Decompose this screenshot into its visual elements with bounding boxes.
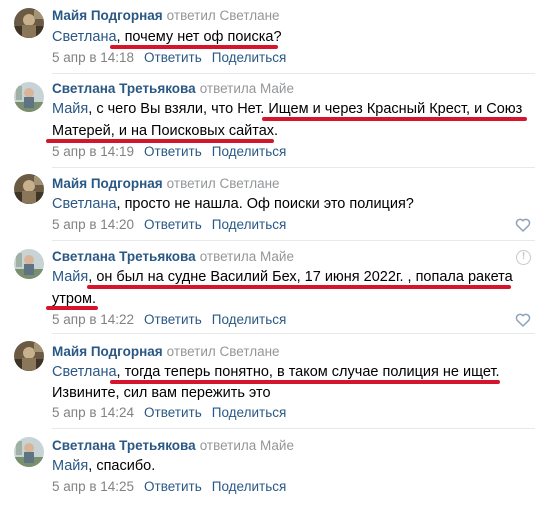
red-underline — [110, 45, 278, 49]
reply-button[interactable]: Ответить — [144, 405, 202, 420]
comment-text-line2: Извините, сил вам пережить это — [52, 385, 271, 401]
addressee-link[interactable]: Светлана — [52, 196, 117, 212]
comment-text: Светлана, просто не нашла. Оф поиски это… — [52, 196, 414, 212]
author-name[interactable]: Светлана Третьякова — [52, 81, 196, 96]
heart-icon[interactable] — [515, 217, 531, 233]
author-name[interactable]: Майя Подгорная — [52, 8, 163, 23]
reply-to-label[interactable]: ответила Майе — [200, 438, 294, 453]
comment-2: Светлана Третьякова ответила Майе Майя, с… — [0, 78, 551, 168]
share-button[interactable]: Поделиться — [212, 312, 287, 327]
reply-button[interactable]: Ответить — [144, 144, 202, 159]
author-name[interactable]: Майя Подгорная — [52, 176, 163, 191]
share-button[interactable]: Поделиться — [212, 479, 287, 494]
reply-button[interactable]: Ответить — [144, 217, 202, 232]
reply-button[interactable]: Ответить — [144, 50, 202, 65]
reply-to-label[interactable]: ответила Майе — [200, 81, 294, 96]
addressee-link[interactable]: Майя — [52, 458, 88, 474]
comment-date[interactable]: 5 апр в 14:20 — [52, 217, 134, 232]
author-name[interactable]: Майя Подгорная — [52, 344, 163, 359]
comment-date[interactable]: 5 апр в 14:22 — [52, 312, 134, 327]
share-button[interactable]: Поделиться — [212, 144, 287, 159]
comment-1: Майя Подгорная ответил Светлане Светлана,… — [0, 0, 551, 78]
avatar[interactable] — [14, 341, 44, 371]
share-button[interactable]: Поделиться — [212, 50, 287, 65]
share-button[interactable]: Поделиться — [212, 217, 287, 232]
addressee-link[interactable]: Светлана — [52, 364, 117, 380]
red-underline — [46, 306, 98, 310]
comment-date[interactable]: 5 апр в 14:24 — [52, 405, 134, 420]
reply-to-label[interactable]: ответил Светлане — [167, 344, 280, 359]
reply-button[interactable]: Ответить — [144, 312, 202, 327]
addressee-link[interactable]: Майя — [52, 101, 88, 117]
comment-5: Майя Подгорная ответил Светлане Светлана,… — [0, 334, 551, 426]
share-button[interactable]: Поделиться — [212, 405, 287, 420]
red-underline — [262, 117, 527, 121]
avatar[interactable] — [14, 249, 44, 279]
comment-text: Майя, спасибо. — [52, 458, 156, 474]
comment-date[interactable]: 5 апр в 14:18 — [52, 50, 134, 65]
reply-to-label[interactable]: ответил Светлане — [167, 176, 280, 191]
warning-icon[interactable]: ! — [516, 250, 531, 265]
comment-4: Светлана Третьякова ответила Майе ! Майя,… — [0, 240, 551, 332]
author-name[interactable]: Светлана Третьякова — [52, 249, 196, 264]
addressee-link[interactable]: Майя — [52, 269, 88, 285]
red-underline — [87, 285, 511, 289]
red-underline — [46, 139, 274, 143]
avatar[interactable] — [14, 174, 44, 204]
reply-button[interactable]: Ответить — [144, 479, 202, 494]
comment-date[interactable]: 5 апр в 14:25 — [52, 479, 134, 494]
comment-3: Майя Подгорная ответил Светлане Светлана,… — [0, 168, 551, 238]
comment-date[interactable]: 5 апр в 14:19 — [52, 144, 134, 159]
reply-to-label[interactable]: ответила Майе — [200, 249, 294, 264]
addressee-link[interactable]: Светлана — [52, 29, 117, 45]
heart-icon[interactable] — [515, 312, 531, 328]
author-name[interactable]: Светлана Третьякова — [52, 438, 196, 453]
avatar[interactable] — [14, 82, 44, 112]
comment-6: Светлана Третьякова ответила Майе Майя, с… — [0, 428, 551, 506]
avatar[interactable] — [14, 8, 44, 38]
divider — [52, 73, 535, 74]
avatar[interactable] — [14, 437, 44, 467]
reply-to-label[interactable]: ответил Светлане — [167, 8, 280, 23]
